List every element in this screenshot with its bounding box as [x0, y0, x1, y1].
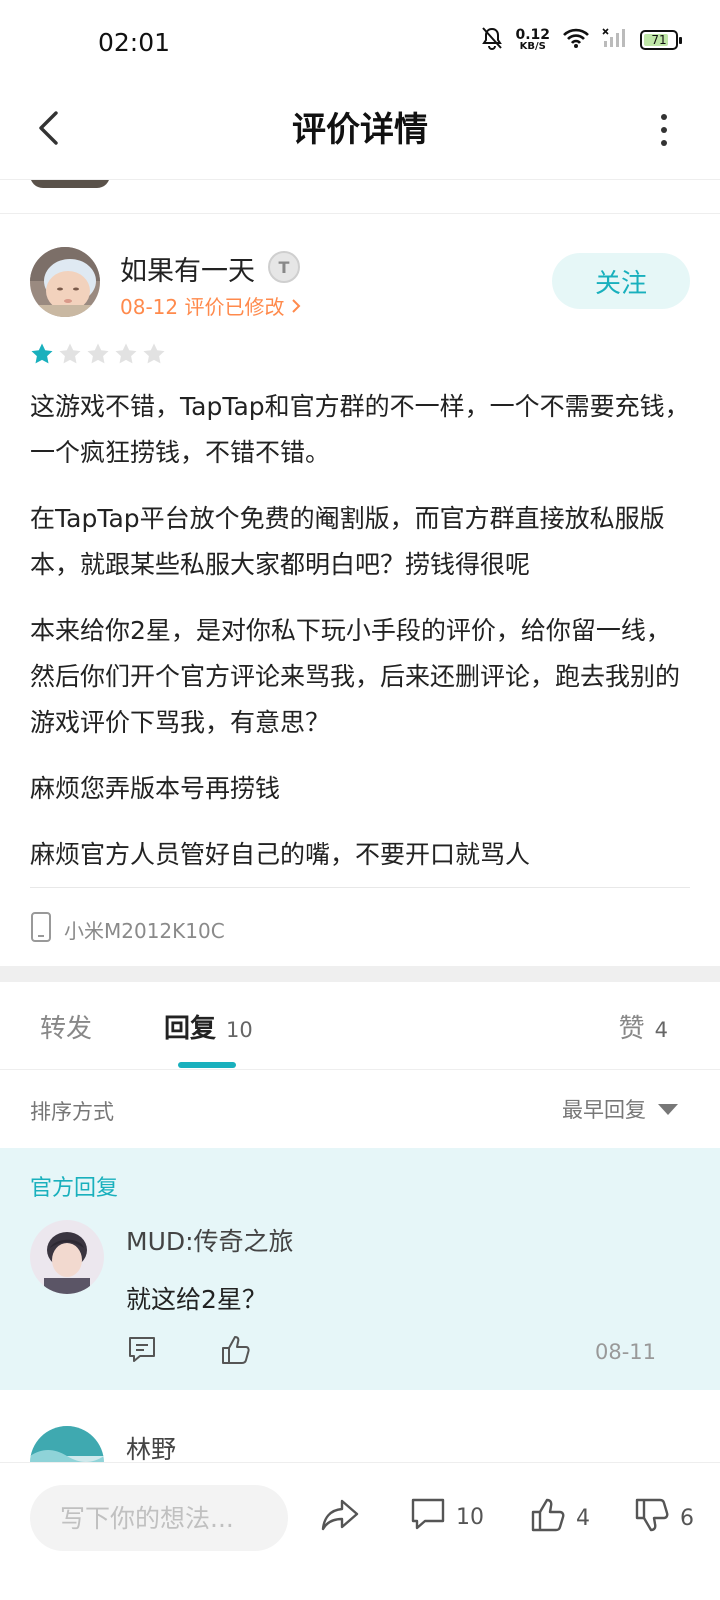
- comment-icon: [410, 1497, 446, 1537]
- thumbs-up-icon: [530, 1497, 566, 1539]
- mute-bell-icon: [481, 26, 503, 54]
- official-reply-date: 08-11: [594, 1340, 656, 1364]
- reply-item[interactable]: 林野: [0, 1390, 720, 1462]
- battery-level: 71: [651, 33, 667, 47]
- review-paragraph: 麻烦您弄版本号再捞钱: [30, 774, 281, 803]
- star-empty-icon: [114, 342, 138, 370]
- review-meta-text: 08-12 评价已修改: [120, 295, 285, 319]
- net-speed-unit: KB/S: [519, 41, 546, 52]
- sort-row: 排序方式 最早回复: [0, 1070, 720, 1148]
- tab-reply-count: 10: [226, 1018, 253, 1042]
- tab-like-label: 赞: [618, 1014, 645, 1044]
- dislike-button[interactable]: 6: [634, 1497, 694, 1539]
- net-speed: 0.12 KB/S: [515, 28, 550, 52]
- like-button[interactable]: 4: [530, 1497, 590, 1539]
- page-title: 评价详情: [292, 110, 428, 150]
- comment-input[interactable]: [30, 1485, 288, 1551]
- sort-label: 排序方式: [30, 1100, 114, 1124]
- official-reply-card[interactable]: 官方回复 MUD:传奇之旅 就这给2星？ 08-11: [0, 1148, 720, 1390]
- reply-tabs: 转发 回复 10 赞 4: [0, 982, 720, 1070]
- reply-author[interactable]: 林野: [126, 1430, 176, 1462]
- tab-forward[interactable]: 转发: [40, 1008, 92, 1045]
- comments-button[interactable]: 10: [410, 1497, 484, 1537]
- device-label: 小米M2012K10C: [64, 918, 225, 943]
- review-author-row: 如果有一天 T 08-12 评价已修改 关注: [30, 247, 690, 319]
- tab-like[interactable]: 赞 4: [619, 1008, 668, 1045]
- device-info: 小米M2012K10C: [30, 912, 225, 946]
- star-filled-icon: [30, 342, 54, 370]
- official-reply-author[interactable]: MUD:传奇之旅: [126, 1222, 294, 1258]
- comments-count: 10: [456, 1504, 484, 1530]
- review-paragraph: 这游戏不错，TapTap和官方群的不一样，一个不需要充钱，一个疯狂捞钱，不错不错…: [30, 392, 690, 467]
- scrolled-content-peek: [0, 180, 720, 214]
- wifi-icon: [562, 27, 590, 53]
- official-reply-text: 就这给2星？: [126, 1285, 267, 1314]
- bottom-action-bar: 10 4 6: [0, 1462, 720, 1600]
- avatar[interactable]: [30, 1220, 104, 1294]
- dislikes-count: 6: [680, 1505, 694, 1531]
- avatar[interactable]: [30, 1426, 104, 1462]
- chevron-right-icon: [291, 295, 301, 319]
- sort-selected: 最早回复: [562, 1098, 646, 1122]
- tab-reply[interactable]: 回复 10: [164, 1008, 253, 1045]
- cellular-signal-icon: [602, 27, 628, 53]
- tab-forward-label: 转发: [40, 1014, 93, 1044]
- tab-reply-label: 回复: [164, 1014, 217, 1044]
- share-button[interactable]: [320, 1497, 360, 1539]
- thumbs-down-icon: [634, 1497, 670, 1539]
- divider: [30, 887, 690, 888]
- comment-icon[interactable]: [126, 1334, 158, 1370]
- app-header: 评价详情: [0, 88, 720, 180]
- caret-down-icon: [658, 1103, 678, 1115]
- status-icons: 0.12 KB/S 71: [481, 26, 682, 54]
- review-paragraph: 本来给你2星，是对你私下玩小手段的评价，给你留一线，然后你们开个官方评论来骂我，…: [30, 616, 681, 737]
- dot: [661, 114, 667, 120]
- active-tab-indicator: [178, 1062, 236, 1068]
- dot: [661, 140, 667, 146]
- sort-dropdown[interactable]: 最早回复: [562, 1094, 678, 1124]
- share-icon: [320, 1497, 360, 1539]
- status-time: 02:01: [98, 28, 171, 57]
- phone-icon: [30, 912, 52, 946]
- follow-button[interactable]: 关注: [552, 253, 690, 309]
- dot: [661, 127, 667, 133]
- author-name[interactable]: 如果有一天: [120, 249, 255, 288]
- tab-like-count: 4: [654, 1018, 668, 1042]
- official-reply-tag: 官方回复: [30, 1176, 119, 1201]
- review-body: 这游戏不错，TapTap和官方群的不一样，一个不需要充钱，一个疯狂捞钱，不错不错…: [30, 384, 690, 898]
- star-rating: [30, 342, 166, 370]
- status-bar: 02:01 0.12 KB/S 71: [0, 0, 720, 88]
- level-badge: T: [268, 251, 300, 283]
- official-reply-actions: 08-11: [126, 1334, 656, 1374]
- avatar[interactable]: [30, 247, 100, 317]
- star-empty-icon: [58, 342, 82, 370]
- section-divider: [0, 966, 720, 982]
- previous-avatar-fragment: [30, 180, 110, 188]
- star-empty-icon: [142, 342, 166, 370]
- thumbs-up-icon[interactable]: [220, 1334, 252, 1370]
- battery-icon: 71: [640, 30, 682, 50]
- more-options-button[interactable]: [652, 108, 676, 152]
- review-paragraph: 在TapTap平台放个免费的阉割版，而官方群直接放私服版本，就跟某些私服大家都明…: [30, 504, 665, 579]
- star-empty-icon: [86, 342, 110, 370]
- net-speed-value: 0.12: [515, 27, 550, 43]
- review-meta[interactable]: 08-12 评价已修改: [120, 291, 301, 320]
- review-paragraph: 麻烦官方人员管好自己的嘴，不要开口就骂人: [30, 840, 531, 869]
- likes-count: 4: [576, 1505, 590, 1531]
